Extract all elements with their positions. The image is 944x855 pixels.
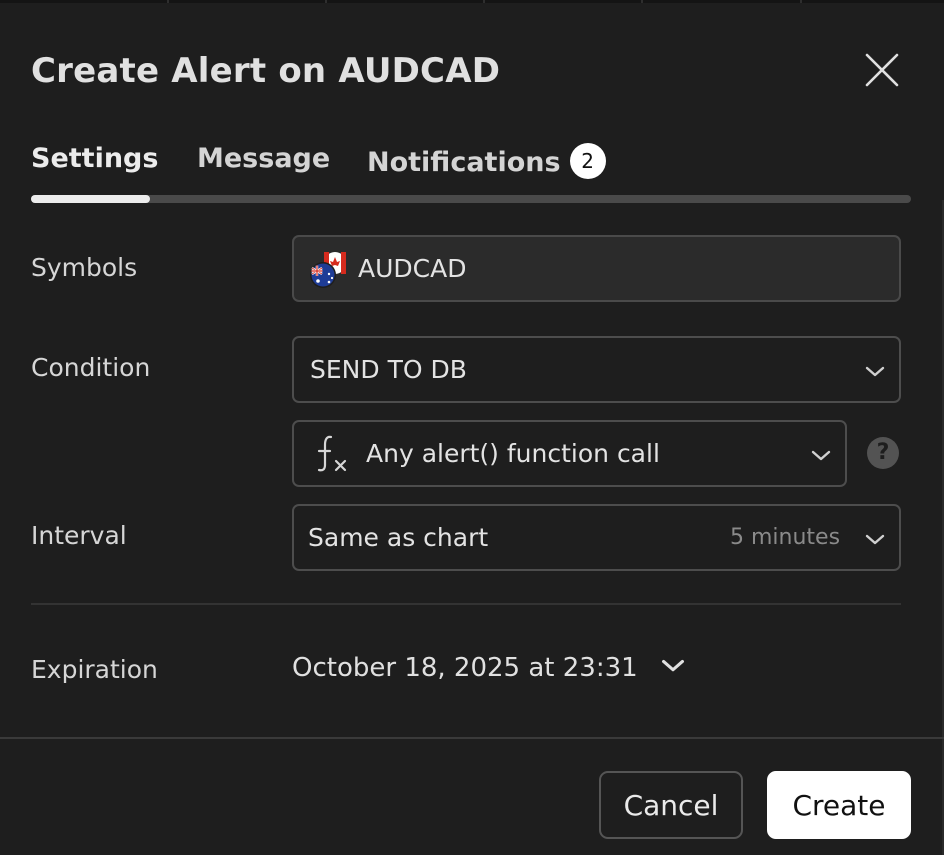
condition-label: Condition (31, 353, 151, 382)
dialog-title: Create Alert on AUDCAD (31, 51, 501, 91)
symbols-field: AUDCAD (292, 235, 901, 302)
interval-label: Interval (31, 521, 127, 550)
chevron-down-icon (661, 659, 684, 672)
condition-source-value: SEND TO DB (310, 355, 467, 384)
aud-cad-flags-icon (310, 252, 346, 288)
close-button[interactable] (862, 50, 902, 90)
interval-value: Same as chart (308, 523, 489, 552)
condition-trigger-select[interactable]: Any alert() function call (292, 420, 847, 487)
notifications-count-badge: 2 (569, 143, 606, 179)
tab-notifications[interactable]: Notifications 2 (367, 143, 606, 179)
symbols-value: AUDCAD (358, 254, 467, 283)
condition-source-select[interactable]: SEND TO DB (292, 336, 901, 403)
cancel-button[interactable]: Cancel (599, 771, 743, 839)
interval-hint: 5 minutes (730, 525, 841, 550)
expiration-label: Expiration (31, 655, 158, 684)
tab-settings-label: Settings (31, 143, 159, 174)
tab-indicator-active (31, 195, 150, 203)
chevron-down-icon (811, 450, 831, 461)
close-icon (865, 53, 899, 87)
section-divider (31, 603, 901, 605)
interval-select[interactable]: Same as chart 5 minutes (292, 504, 901, 571)
symbols-label: Symbols (31, 253, 138, 282)
tab-message-label: Message (197, 143, 331, 174)
tab-message[interactable]: Message (197, 143, 330, 174)
chevron-down-icon (865, 366, 885, 377)
footer-divider (0, 737, 944, 739)
expiration-value: October 18, 2025 at 23:31 (292, 653, 638, 683)
condition-trigger-value: Any alert() function call (366, 439, 660, 468)
tab-indicator-track (31, 195, 911, 203)
tab-notifications-label: Notifications (367, 147, 561, 178)
expiration-dropdown[interactable]: October 18, 2025 at 23:31 (292, 652, 686, 683)
tab-settings[interactable]: Settings (31, 143, 158, 174)
help-icon[interactable]: ? (867, 437, 899, 469)
create-button[interactable]: Create (767, 771, 911, 839)
function-fx-icon (317, 435, 347, 472)
chevron-down-icon (865, 534, 885, 545)
